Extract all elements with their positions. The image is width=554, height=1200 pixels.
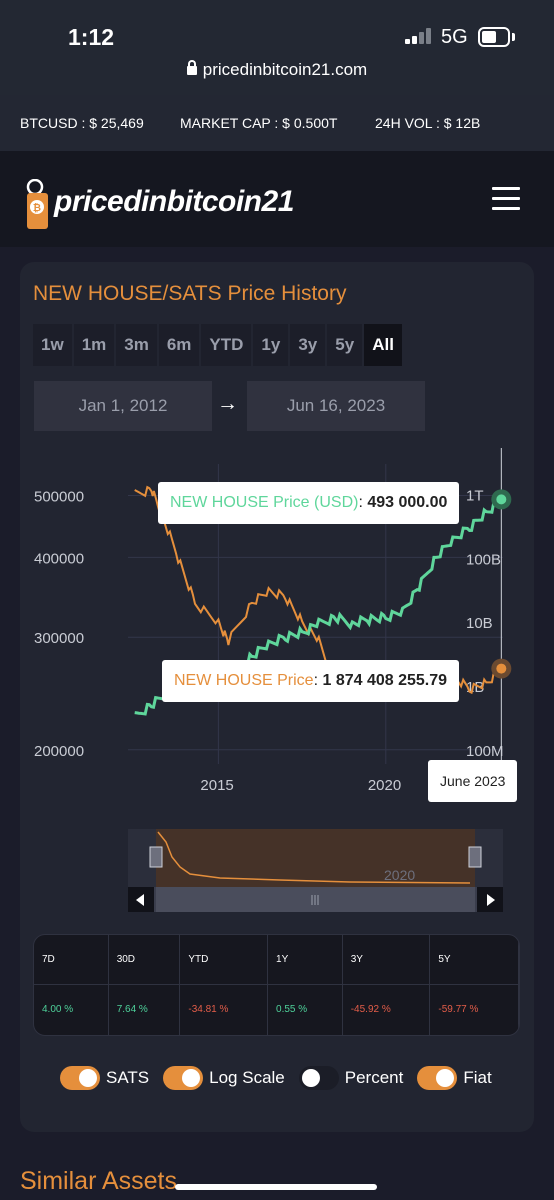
navigator-handle[interactable] [468, 846, 482, 868]
site-header: ₿ pricedinbitcoin21 [0, 151, 554, 247]
range-tab-all[interactable]: All [364, 324, 402, 366]
toggle-percent[interactable] [298, 1066, 339, 1090]
y-right-tick-label: 100M [466, 743, 504, 760]
price-history-card: NEW HOUSE/SATS Price History 1w 1m 3m 6m YTD… [20, 262, 534, 1132]
url-text: pricedinbitcoin21.com [202, 60, 368, 79]
usd-tooltip: NEW HOUSE Price (USD): 493 000.00 [158, 482, 460, 524]
stat-value-3y: -45.92 % [343, 985, 431, 1035]
toggle-label: SATS [106, 1068, 150, 1087]
navigator-handle[interactable] [149, 846, 163, 868]
date-to-input[interactable]: Jun 16, 2023 [247, 381, 425, 431]
sats-tooltip-label: NEW HOUSE Price [174, 672, 314, 689]
sats-marker [496, 663, 507, 674]
navigator-selection [156, 829, 475, 887]
toggle-label: Fiat [463, 1068, 492, 1087]
performance-table: 7D 30D YTD 1Y 3Y 5Y 4.00 % 7.64 % -34.81 % 0.55 … [33, 934, 520, 1036]
y-left-tick-label: 200000 [34, 743, 84, 760]
battery-icon [478, 27, 510, 47]
y-left-tick-label: 300000 [34, 630, 84, 647]
y-right-tick-label: 1T [466, 487, 484, 504]
toggle-log-scale[interactable] [163, 1066, 204, 1090]
navigator-label: 2020 [384, 867, 415, 883]
y-left-tick-label: 400000 [34, 550, 84, 567]
stat-value-7d: 4.00 % [34, 985, 109, 1035]
status-time: 1:12 [68, 24, 115, 50]
range-tab-1y[interactable]: 1y [253, 324, 289, 366]
date-from-input[interactable]: Jan 1, 2012 [34, 381, 212, 431]
market-ticker: BTCUSD : $ 25,469 MARKET CAP : $ 0.500T … [0, 95, 554, 151]
chart-toggles: SATS Log Scale Percent Fiat [60, 1066, 506, 1090]
sats-tooltip-value: 1 874 408 255.79 [322, 672, 448, 689]
toggle-label: Log Scale [209, 1068, 285, 1087]
x-tick-label: 2015 [200, 777, 233, 794]
address-bar[interactable]: pricedinbitcoin21.com [0, 60, 554, 80]
range-tab-ytd[interactable]: YTD [201, 324, 252, 366]
x-tick-label: 2020 [368, 777, 401, 794]
range-tab-6m[interactable]: 6m [158, 324, 200, 366]
y-right-tick-label: 10B [466, 615, 493, 632]
home-indicator [175, 1184, 377, 1190]
range-tab-5y[interactable]: 5y [327, 324, 363, 366]
range-tab-1w[interactable]: 1w [33, 324, 72, 366]
ticker-btcusd: BTCUSD : $ 25,469 [20, 115, 144, 131]
stat-value-ytd: -34.81 % [180, 985, 269, 1035]
logo-icon[interactable]: ₿ [25, 179, 51, 231]
toggle-sats[interactable] [60, 1066, 100, 1090]
range-tab-3m[interactable]: 3m [116, 324, 157, 366]
date-arrow: → [217, 392, 238, 415]
usd-marker [496, 494, 507, 505]
svg-text:₿: ₿ [33, 202, 41, 214]
y-left-tick-label: 500000 [34, 488, 84, 505]
stat-value-1y: 0.55 % [268, 985, 343, 1035]
stat-header-30d: 30D [109, 935, 181, 984]
y-right-tick-label: 100B [466, 551, 501, 568]
date-tooltip: June 2023 [428, 760, 518, 802]
stat-header-5y: 5Y [430, 935, 519, 984]
card-title: NEW HOUSE/SATS Price History [33, 282, 347, 305]
similar-assets-heading: Similar Assets [20, 1167, 177, 1195]
menu-icon[interactable] [492, 187, 520, 211]
network-label: 5G [441, 26, 468, 48]
usd-tooltip-label: NEW HOUSE Price (USD) [170, 494, 359, 511]
stat-header-ytd: YTD [180, 935, 269, 984]
logo-text[interactable]: pricedinbitcoin21 [54, 185, 294, 219]
toggle-fiat[interactable] [417, 1066, 458, 1090]
stat-value-30d: 7.64 % [109, 985, 181, 1035]
ticker-market-cap: MARKET CAP : $ 0.500T [180, 115, 338, 131]
stat-value-5y: -59.77 % [430, 985, 519, 1035]
stat-header-7d: 7D [34, 935, 109, 984]
stat-header-1y: 1Y [268, 935, 343, 984]
stat-header-3y: 3Y [343, 935, 431, 984]
signal-icon [405, 28, 431, 44]
toggle-label: Percent [344, 1068, 404, 1087]
sats-tooltip: NEW HOUSE Price: 1 874 408 255.79 [162, 660, 460, 702]
range-tabs: 1w 1m 3m 6m YTD 1y 3y 5y All [33, 324, 402, 366]
usd-tooltip-value: 493 000.00 [367, 494, 448, 511]
lock-icon [186, 60, 197, 76]
ticker-volume: 24H VOL : $ 12B [375, 115, 481, 131]
range-tab-3y[interactable]: 3y [290, 324, 326, 366]
status-bar: 1:12 5G pricedinbitcoin21.com [0, 0, 554, 95]
range-tab-1m[interactable]: 1m [73, 324, 115, 366]
